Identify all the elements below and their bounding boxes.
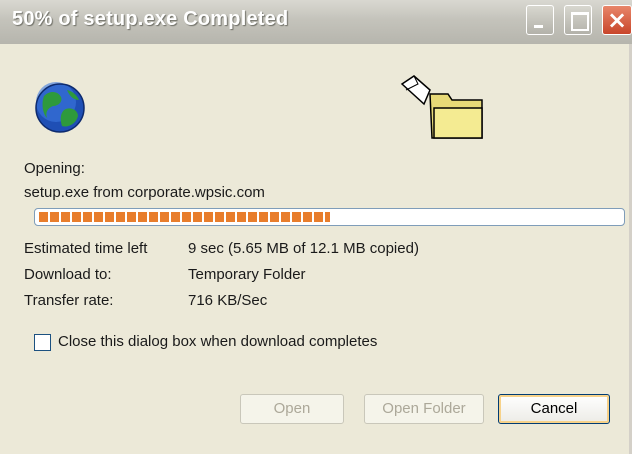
download-to-label: Download to: <box>24 266 112 283</box>
transfer-rate-value: 716 KB/Sec <box>188 292 268 309</box>
document-icon <box>400 75 431 106</box>
progress-fill <box>39 212 330 222</box>
minimize-button[interactable] <box>526 5 554 35</box>
close-when-done-label[interactable]: Close this dialog box when download comp… <box>58 333 377 350</box>
close-when-done-checkbox[interactable] <box>34 334 51 351</box>
folder-icon <box>400 75 483 139</box>
cancel-button[interactable]: Cancel <box>498 394 610 424</box>
close-button[interactable]: × <box>602 5 632 35</box>
close-icon: × <box>606 6 628 34</box>
open-button[interactable]: Open <box>240 394 344 424</box>
estimated-time-value: 9 sec (5.65 MB of 12.1 MB copied) <box>188 240 419 257</box>
source-text: setup.exe from corporate.wpsic.com <box>24 184 265 201</box>
globe-icon <box>35 82 85 133</box>
download-dialog: 50% of setup.exe Completed × Opening: se… <box>0 0 632 454</box>
download-to-value: Temporary Folder <box>188 266 306 283</box>
opening-label: Opening: <box>24 160 85 177</box>
open-folder-button[interactable]: Open Folder <box>364 394 484 424</box>
download-progress-bar <box>34 208 625 226</box>
maximize-button[interactable] <box>564 5 592 35</box>
window-title: 50% of setup.exe Completed <box>12 8 289 30</box>
title-bar[interactable]: 50% of setup.exe Completed × <box>0 0 632 44</box>
transfer-rate-label: Transfer rate: <box>24 292 114 309</box>
estimated-time-label: Estimated time left <box>24 240 148 257</box>
dialog-body: Opening: setup.exe from corporate.wpsic.… <box>12 44 629 454</box>
